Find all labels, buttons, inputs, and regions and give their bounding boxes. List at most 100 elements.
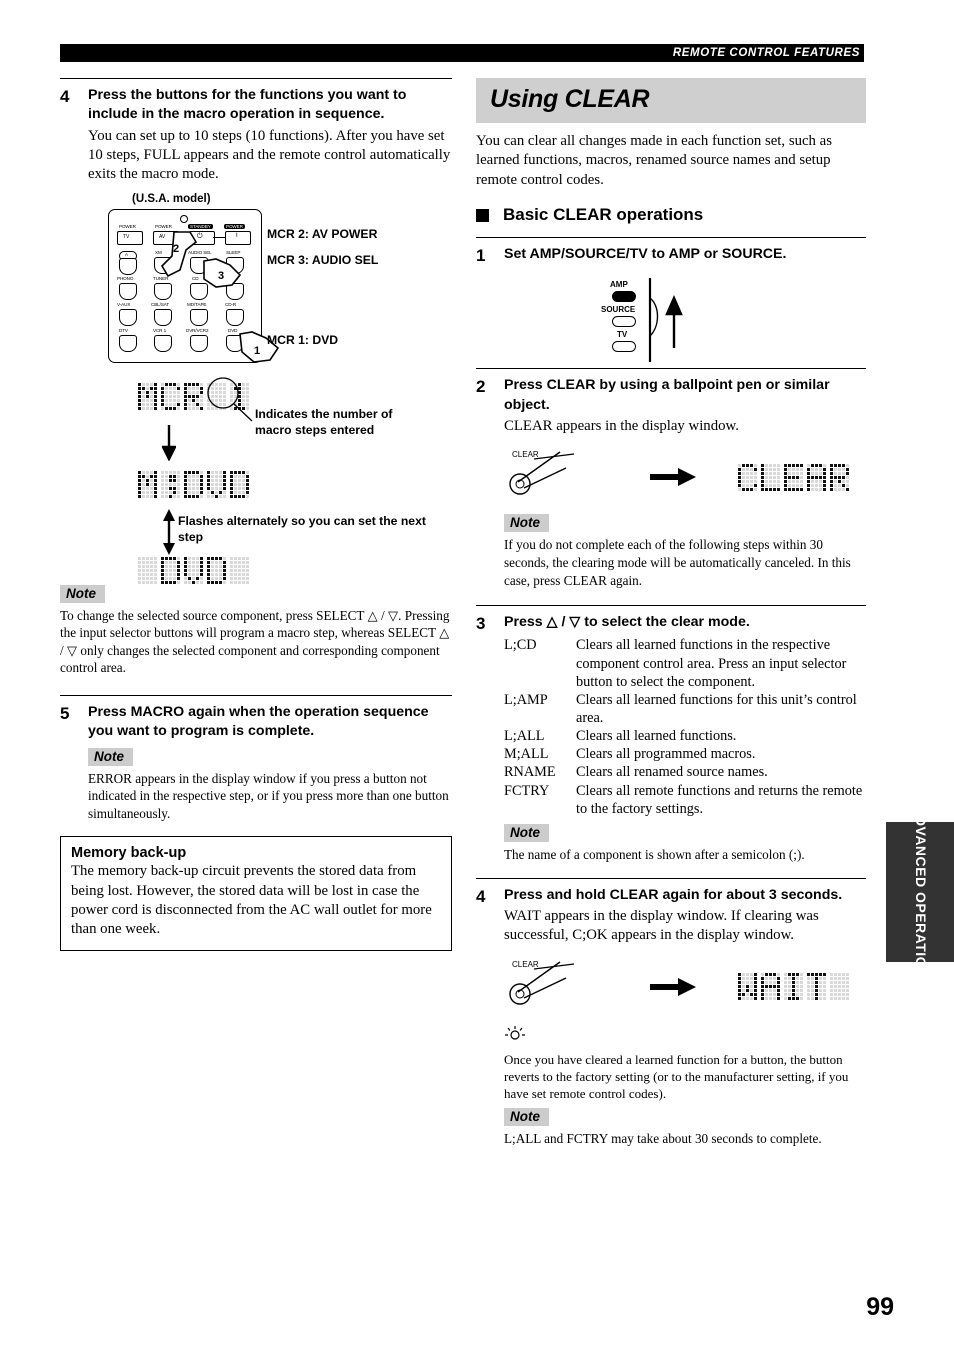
btn-label-phono: PHONO (117, 275, 134, 281)
button-vcr1[interactable] (154, 334, 172, 352)
lcd-character (184, 382, 203, 410)
lcd-character (807, 973, 826, 1001)
side-tab-advanced-operation: ADVANCED OPERATION (886, 805, 954, 979)
clear-button-pen-illustration: CLEAR (504, 446, 614, 508)
arrow-right-icon-2 (650, 977, 696, 996)
memory-backup-box: Memory back-up The memory back-up circui… (60, 836, 452, 951)
button-dvr-vcr2[interactable] (190, 334, 208, 352)
btn-label-v-aux: V-AUX (117, 301, 131, 307)
mode-desc: Clears all learned functions for this un… (576, 691, 857, 727)
lcd-character (138, 556, 157, 584)
note-text-e: only changes the selected component and … (60, 642, 440, 676)
lcd-character (138, 470, 157, 498)
memory-backup-body: The memory back-up circuit prevents the … (71, 863, 432, 938)
left-column: 4 Press the buttons for the functions yo… (60, 78, 452, 951)
triangle-up-icon-2: △ (439, 625, 450, 641)
divider-r4 (476, 877, 866, 879)
switch-label-source: SOURCE (601, 305, 636, 315)
button-phono[interactable] (119, 282, 137, 300)
note-tag-error: Note (88, 747, 133, 766)
arrow-right-icon (650, 468, 696, 487)
lcd-character (738, 463, 757, 491)
switch-slider-arrow-icon (648, 278, 683, 363)
step-r4-number: 4 (476, 886, 486, 906)
btn-label-vcr1: VCR 1 (153, 327, 167, 333)
tip-bulb-icon (505, 1025, 525, 1040)
section-intro: You can clear all changes made in each f… (476, 133, 832, 188)
lcd-character (161, 470, 180, 498)
triangle-up-icon: △ (367, 607, 378, 623)
subsection-title: Basic CLEAR operations (503, 205, 704, 225)
divider-2 (60, 694, 452, 696)
callout-steps-entered: Indicates the number of macro steps ente… (255, 406, 393, 437)
switch-label-amp: AMP (610, 280, 628, 290)
lcd-character (207, 470, 226, 498)
step-r3-heading-b: / (557, 614, 570, 631)
note-tag-r4: Note (504, 1108, 549, 1127)
triangle-down-icon-2: ▽ (66, 642, 78, 658)
step-4-body: You can set up to 10 steps (10 functions… (88, 127, 451, 183)
button-tv[interactable] (117, 230, 143, 245)
divider-r3 (476, 605, 866, 607)
manual-page: REMOTE CONTROL FEATURES 4 Press the butt… (0, 0, 954, 1348)
step-5-number: 5 (60, 703, 70, 723)
button-dtv[interactable] (119, 334, 137, 352)
divider-r1 (476, 237, 866, 239)
clear-hold-figure: CLEAR (504, 956, 866, 1018)
step-r2-number: 2 (476, 377, 486, 397)
pen-icon (509, 451, 575, 496)
clear-mode-list: L;CD Clears all learned functions in the… (504, 636, 866, 818)
button-a-round[interactable] (119, 257, 137, 275)
hand-pointer-step-3-icon: 3 (203, 257, 242, 288)
btn-label-dtv: DTV (119, 327, 128, 333)
button-link-line (213, 236, 225, 238)
mode-term: RNAME (504, 764, 556, 781)
triangle-down-icon-r3: ▽ (569, 614, 581, 631)
switch-label-tv: TV (617, 330, 628, 340)
figure-caption-usa-model: (U.S.A. model) (132, 192, 211, 205)
btn-text-tv: TV (123, 233, 130, 240)
switch-position-amp[interactable] (612, 291, 636, 303)
side-tab-label: ADVANCED OPERATION (912, 805, 929, 979)
button-v-aux[interactable] (119, 308, 137, 326)
memory-backup-title: Memory back-up (71, 845, 187, 862)
lcd-character (184, 556, 203, 584)
step-r3-heading: Press △ / ▽ to select the clear mode. (504, 613, 866, 632)
step-r3-heading-c: to select the clear mode. (580, 614, 750, 631)
step-r4-block: 4 Press and hold CLEAR again for about 3… (476, 886, 866, 1148)
btn-text-a: A (125, 251, 128, 257)
button-tuner[interactable] (154, 282, 172, 300)
button-cbl-sat[interactable] (154, 308, 172, 326)
list-item: FCTRY Clears all remote functions and re… (504, 782, 866, 818)
arrow-up-down-icon (163, 508, 175, 555)
button-cd-r[interactable] (226, 308, 244, 326)
lcd-character (784, 973, 803, 1001)
step-r1-heading: Set AMP/SOURCE/TV to AMP or SOURCE. (504, 246, 787, 263)
lcd-character (830, 463, 849, 491)
lcd-character (138, 382, 157, 410)
svg-text:1: 1 (254, 345, 260, 357)
switch-position-source[interactable] (612, 316, 636, 328)
clear-press-figure: CLEAR (504, 446, 866, 508)
note-text-a: To change the selected source component,… (60, 607, 368, 623)
square-bullet-icon (476, 208, 489, 222)
page-number: 99 (866, 1293, 894, 1321)
clear-button-pen-illustration-2: CLEAR (504, 956, 614, 1018)
step-4-heading: Press the buttons for the functions you … (88, 87, 407, 123)
step-r4-heading: Press and hold CLEAR again for about 3 s… (504, 886, 843, 903)
mode-desc: Clears all learned functions in the resp… (576, 637, 847, 690)
lcd-display-dvd (138, 556, 249, 584)
note-body-error: ERROR appears in the display window if y… (88, 770, 449, 821)
pen-icon-2 (509, 960, 575, 1005)
note-source-component: Note To change the selected source compo… (60, 579, 452, 677)
button-power-on[interactable] (225, 230, 251, 245)
lcd-character (738, 973, 757, 1001)
note-tag-r3: Note (504, 823, 549, 842)
running-header-text: REMOTE CONTROL FEATURES (672, 47, 860, 59)
btn-label-power: POWER (224, 223, 245, 229)
note-body-r2: If you do not complete each of the follo… (504, 537, 851, 588)
button-md-tape[interactable] (190, 308, 208, 326)
subsection-heading: Basic CLEAR operations (476, 205, 866, 225)
switch-position-tv[interactable] (612, 341, 636, 353)
mode-term: FCTRY (504, 782, 550, 799)
